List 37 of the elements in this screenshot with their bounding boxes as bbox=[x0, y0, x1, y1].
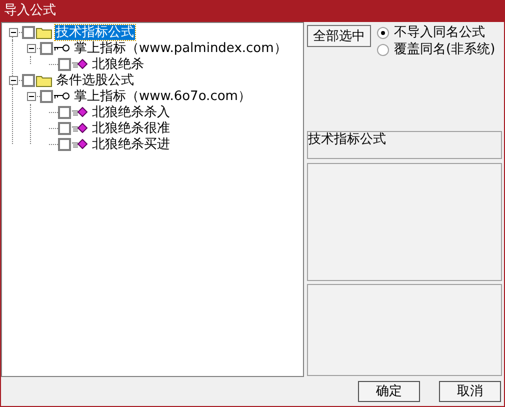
checkbox[interactable] bbox=[40, 90, 53, 102]
tree-item-label[interactable]: 北狼绝杀买进 bbox=[91, 136, 171, 152]
formula-icon bbox=[72, 59, 88, 69]
tree-item-label[interactable]: 技术指标公式 bbox=[55, 24, 135, 40]
checkbox[interactable] bbox=[40, 42, 53, 54]
tree-item-label[interactable]: 掌上指标（www.6o7o.com） bbox=[73, 88, 252, 104]
formula-icon bbox=[72, 123, 88, 133]
collapse-toggle[interactable] bbox=[26, 92, 36, 100]
key-icon bbox=[54, 92, 70, 100]
checkbox[interactable] bbox=[58, 138, 71, 150]
checkbox[interactable] bbox=[22, 74, 35, 86]
dialog-button[interactable]: 取消 bbox=[439, 381, 501, 402]
tree-item-label[interactable]: 条件选股公式 bbox=[55, 72, 135, 88]
checkbox[interactable] bbox=[58, 122, 71, 134]
key-icon bbox=[54, 44, 70, 52]
info-box: 技术指标公式 bbox=[307, 131, 502, 159]
formula-icon bbox=[72, 107, 88, 117]
collapse-toggle[interactable] bbox=[8, 76, 18, 84]
checkbox[interactable] bbox=[22, 26, 35, 38]
tree-item-label[interactable]: 掌上指标（www.palmindex.com） bbox=[73, 40, 288, 56]
window-title: 导入公式 bbox=[3, 2, 57, 20]
dialog-button[interactable]: 确定 bbox=[358, 381, 420, 402]
checkbox[interactable] bbox=[58, 58, 71, 70]
tree-item-label[interactable]: 北狼绝杀很准 bbox=[91, 120, 171, 136]
formula-icon bbox=[72, 139, 88, 149]
select-all-button[interactable]: 全部选中 bbox=[307, 25, 371, 47]
radio-button[interactable] bbox=[377, 26, 389, 38]
radio-label[interactable]: 覆盖同名(非系统) bbox=[394, 40, 496, 60]
tree-item-label[interactable]: 北狼绝杀杀入 bbox=[91, 104, 171, 120]
folder-icon bbox=[36, 26, 52, 38]
radio-label[interactable]: 不导入同名公式 bbox=[394, 22, 485, 42]
folder-icon bbox=[36, 74, 52, 86]
collapse-toggle[interactable] bbox=[26, 44, 36, 52]
checkbox[interactable] bbox=[58, 106, 71, 118]
collapse-toggle[interactable] bbox=[8, 28, 18, 36]
tree-item-label[interactable]: 北狼绝杀 bbox=[91, 56, 145, 72]
radio-button[interactable] bbox=[377, 44, 389, 56]
